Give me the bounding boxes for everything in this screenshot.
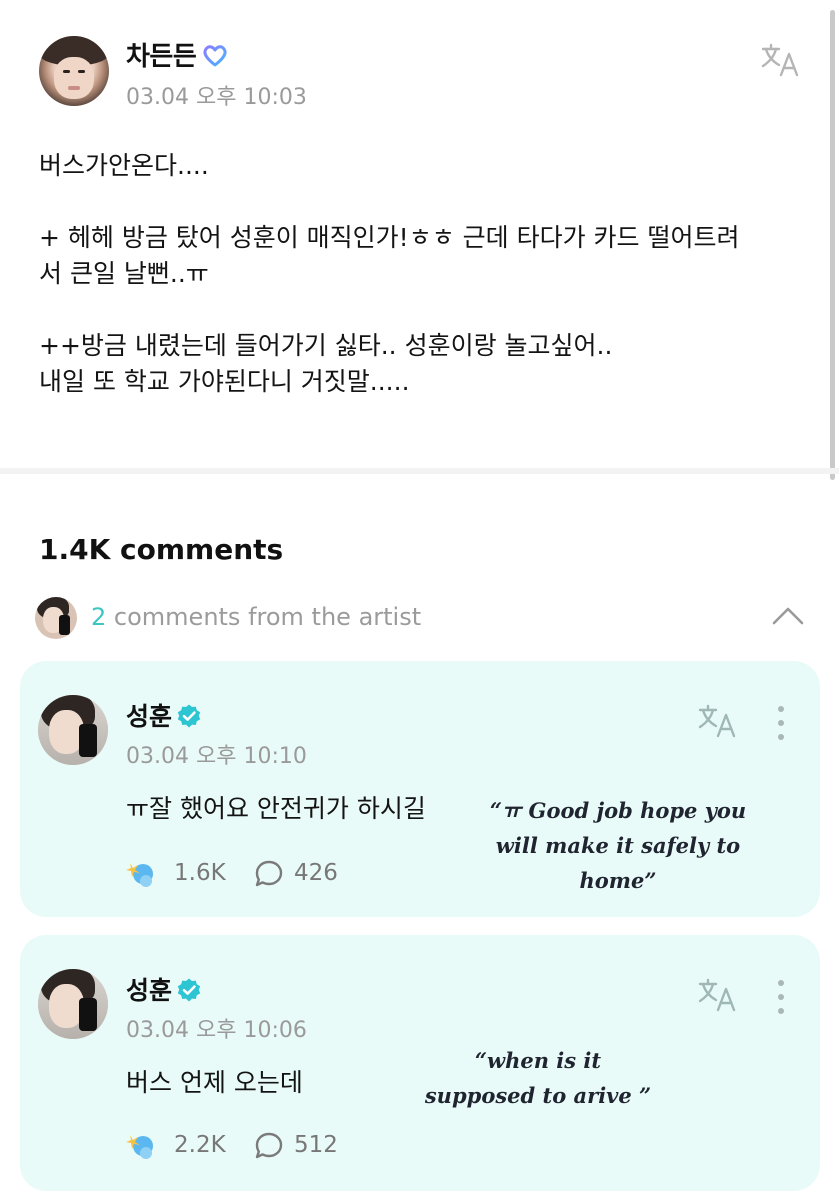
chevron-up-icon[interactable] [771, 603, 805, 629]
author-avatar[interactable] [39, 36, 109, 106]
translate-icon[interactable] [761, 42, 801, 78]
artist-comment-text: comments from the artist [106, 603, 422, 631]
post-header: 차든든 03.04 오후 10:03 [39, 36, 819, 116]
like-count: 2.2K [174, 1132, 226, 1158]
translation-annotation: “when is it supposed to arive ” [424, 1048, 652, 1108]
like-count: 1.6K [174, 860, 226, 886]
comment-timestamp: 03.04 오후 10:06 [126, 1018, 307, 1043]
post-detail-screen: 차든든 03.04 오후 10:03 버스가안온다.... + 헤헤 방금 탔어… [0, 0, 839, 1200]
comment-bubble-icon[interactable] [254, 1131, 284, 1161]
more-vertical-icon[interactable] [774, 979, 788, 1015]
artist-comment-count: 2 [91, 603, 107, 631]
author-name[interactable]: 차든든 [126, 36, 228, 73]
scrollbar[interactable] [830, 10, 835, 480]
commenter-name-text: 성훈 [126, 976, 173, 1005]
post-body: 버스가안온다.... + 헤헤 방금 탔어 성훈이 매직인가!ㅎㅎ 근데 타다가… [39, 151, 740, 396]
comment-text: ㅠ잘 했어요 안전귀가 하시길 [126, 794, 426, 823]
artist-comments-label: 2 comments from the artist [91, 603, 421, 631]
verified-badge-icon [177, 978, 201, 1002]
artist-comment-card: 성훈 03.04 오후 10:10 ㅠ잘 했어요 안전귀가 하시길 “ㅠ Goo… [20, 661, 820, 917]
post-timestamp: 03.04 오후 10:03 [126, 85, 307, 110]
commenter-name-text: 성훈 [126, 702, 173, 731]
comment-bubble-icon[interactable] [254, 859, 284, 889]
artist-comment-card: 성훈 03.04 오후 10:06 버스 언제 오는데 “when is it … [20, 935, 820, 1191]
reaction-emoji-icon[interactable] [126, 1129, 158, 1161]
commenter-avatar[interactable] [38, 969, 108, 1039]
author-name-text: 차든든 [126, 42, 197, 72]
translation-annotation: “ㅠ Good job hope you will make it safely… [489, 798, 747, 893]
comments-count: 1.4K comments [39, 533, 284, 566]
reaction-emoji-icon[interactable] [126, 857, 158, 889]
commenter-avatar[interactable] [38, 695, 108, 765]
more-vertical-icon[interactable] [774, 705, 788, 741]
reply-count: 426 [294, 860, 338, 886]
artist-mini-avatar [35, 597, 77, 639]
section-divider [0, 468, 839, 474]
verified-badge-icon [177, 704, 201, 728]
comment-timestamp: 03.04 오후 10:10 [126, 744, 307, 769]
artist-comments-toggle[interactable]: 2 comments from the artist [35, 597, 805, 641]
reply-count: 512 [294, 1132, 338, 1158]
commenter-name[interactable]: 성훈 [126, 971, 202, 1007]
commenter-name[interactable]: 성훈 [126, 697, 202, 733]
heart-badge-icon [203, 45, 227, 67]
translate-icon[interactable] [698, 977, 738, 1013]
comment-text: 버스 언제 오는데 [126, 1068, 303, 1097]
translate-icon[interactable] [698, 703, 738, 739]
